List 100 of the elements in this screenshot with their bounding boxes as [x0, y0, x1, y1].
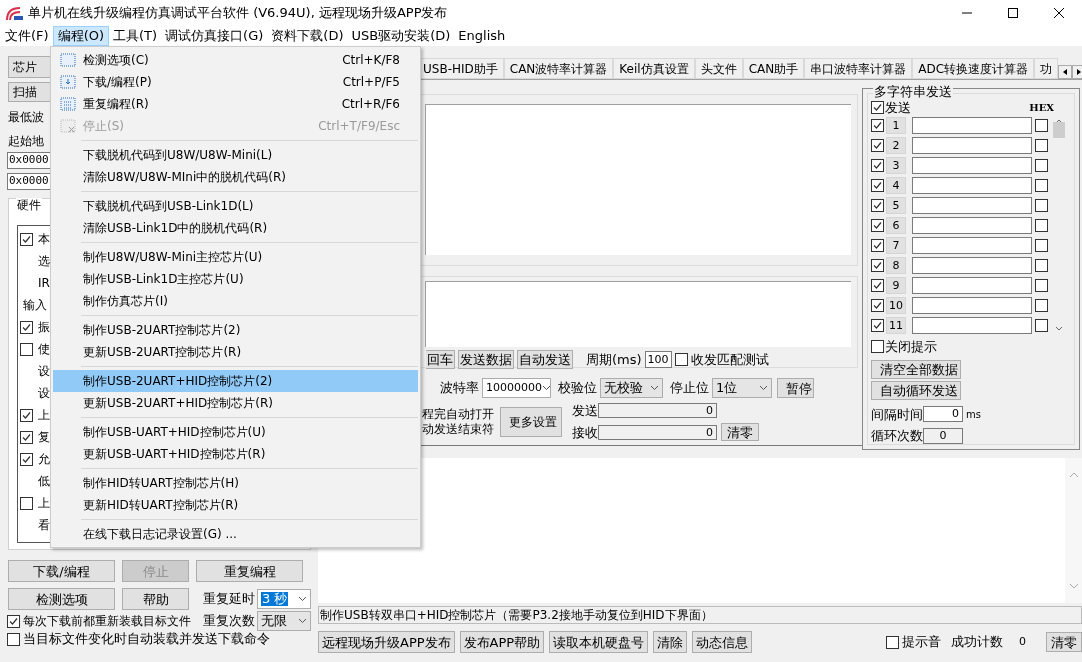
menu-item[interactable]: 制作HID转UART控制芯片(H) [53, 472, 418, 494]
bottom-button[interactable]: 读取本机硬盘号 [549, 631, 649, 653]
menu-item[interactable]: 更新HID转UART控制芯片(R) [53, 494, 418, 516]
menu-item[interactable]: 下载脱机代码到U8W/U8W-Mini(L) [53, 144, 418, 166]
checkbox[interactable] [20, 408, 33, 422]
checkbox[interactable] [7, 614, 20, 628]
tab[interactable]: CAN助手 [742, 58, 805, 79]
period-field[interactable]: 100 [644, 351, 672, 369]
checkbox[interactable] [871, 258, 885, 272]
checkbox[interactable] [1035, 298, 1049, 312]
clear-button[interactable]: 清零 [721, 423, 759, 442]
menu-item[interactable]: 制作仿真芯片(I) [53, 290, 418, 312]
dropdown-select[interactable]: 1位 [712, 378, 772, 398]
menu-item[interactable]: 更新USB-2UART控制芯片(R) [53, 341, 418, 363]
checkbox[interactable] [7, 632, 20, 646]
string-field[interactable] [912, 256, 1033, 274]
bottom-button[interactable]: 远程现场升级APP发布 [318, 631, 455, 653]
close-icon[interactable] [1054, 8, 1064, 18]
checkbox[interactable] [871, 178, 885, 192]
menu-item[interactable]: 制作USB-2UART控制芯片(2) [53, 319, 418, 341]
maximize-icon[interactable] [1008, 8, 1018, 18]
checkbox[interactable] [871, 101, 885, 114]
menu-item[interactable]: 重复编程(R) Ctrl+R/F6 [53, 93, 418, 115]
checkbox[interactable] [674, 353, 688, 367]
checkbox[interactable] [871, 138, 885, 152]
row-number-button[interactable]: 7 [886, 236, 907, 254]
checkbox[interactable] [1035, 178, 1049, 192]
action-button[interactable]: 帮助 [122, 588, 189, 610]
checkbox[interactable] [1035, 318, 1049, 332]
checkbox[interactable] [871, 198, 885, 212]
menu-item[interactable]: English [454, 26, 510, 46]
scrollbar-thumb[interactable] [1052, 122, 1065, 138]
bottom-button[interactable]: 动态信息 [692, 631, 753, 653]
row-number-button[interactable]: 9 [886, 276, 907, 294]
checkbox[interactable] [20, 342, 33, 356]
string-field[interactable] [912, 196, 1033, 214]
pause-button[interactable]: 暂停 [777, 378, 814, 398]
string-field[interactable] [912, 176, 1033, 194]
string-field[interactable] [912, 216, 1033, 234]
caret-left-icon[interactable] [1063, 69, 1068, 75]
bottom-button[interactable]: 发布APP帮助 [459, 631, 545, 653]
checkbox[interactable] [1035, 258, 1049, 272]
menu-item[interactable]: 下载/编程(P) Ctrl+P/F5 [53, 71, 418, 93]
send-button[interactable]: 回车 [426, 350, 455, 370]
string-field[interactable] [912, 296, 1033, 314]
checkbox[interactable] [871, 278, 885, 292]
row-number-button[interactable]: 1 [886, 116, 907, 134]
checkbox[interactable] [1035, 238, 1049, 252]
menu-item[interactable]: 检测选项(C) Ctrl+K/F8 [53, 49, 418, 71]
tab[interactable]: 头文件 [694, 58, 743, 79]
menu-item[interactable]: 清除U8W/U8W-MIni中的脱机代码(R) [53, 166, 418, 188]
string-field[interactable] [912, 276, 1033, 294]
checkbox[interactable] [20, 496, 33, 510]
row-number-button[interactable]: 11 [886, 316, 907, 334]
row-number-button[interactable]: 4 [886, 176, 907, 194]
menu-item[interactable]: 制作U8W/U8W-Mini主控芯片(U) [53, 246, 418, 268]
menu-item[interactable]: 工具(T) [109, 26, 162, 46]
row-number-button[interactable]: 2 [886, 136, 907, 154]
menu-item[interactable]: 文件(F) [1, 26, 53, 46]
menu-item[interactable]: 制作USB-Link1D主控芯片(U) [53, 268, 418, 290]
checkbox[interactable] [871, 298, 885, 312]
menu-item[interactable]: USB驱动安装(D) [347, 26, 455, 46]
checkbox[interactable] [1035, 138, 1049, 152]
action-button[interactable]: 检测选项 [8, 588, 115, 610]
checkbox[interactable] [871, 218, 885, 232]
dropdown-select[interactable]: 3 秒 [257, 589, 311, 609]
string-field[interactable] [912, 236, 1033, 254]
dropdown-select[interactable]: 无限 [257, 611, 311, 631]
checkbox[interactable] [1035, 218, 1049, 232]
interval-field[interactable]: 0 [923, 406, 964, 423]
dropdown-select[interactable]: 10000000 [482, 378, 551, 398]
more-settings-button[interactable]: 更多设置 [500, 406, 562, 437]
checkbox[interactable] [20, 452, 33, 466]
bottom-button[interactable]: 清除 [653, 631, 688, 653]
row-number-button[interactable]: 8 [886, 256, 907, 274]
tab[interactable]: 串口波特率计算器 [804, 58, 913, 79]
panel-button[interactable]: 自动循环发送 [871, 380, 962, 400]
dropdown-select[interactable]: 无校验 [600, 378, 663, 398]
checkbox[interactable] [871, 340, 885, 354]
menu-item[interactable]: 在线下载日志记录设置(G) ... [53, 523, 418, 545]
menu-item[interactable]: 编程(O) [52, 26, 109, 46]
menu-item[interactable]: 更新USB-2UART+HID控制芯片(R) [53, 392, 418, 414]
checkbox[interactable] [886, 635, 900, 649]
menu-item[interactable]: 清除USB-Link1D中的脱机代码(R) [53, 217, 418, 239]
menu-item[interactable]: 调试仿真接口(G) [161, 26, 268, 46]
checkbox[interactable] [871, 158, 885, 172]
checkbox[interactable] [871, 118, 885, 132]
string-field[interactable] [912, 156, 1033, 174]
menu-item[interactable]: 制作USB-UART+HID控制芯片(U) [53, 421, 418, 443]
checkbox[interactable] [20, 232, 33, 246]
menu-item[interactable]: 资料下载(D) [267, 26, 348, 46]
checkbox[interactable] [1035, 278, 1049, 292]
action-button[interactable]: 下载/编程 [8, 560, 115, 582]
checkbox[interactable] [1035, 118, 1049, 132]
chevron-up-icon[interactable] [1054, 119, 1063, 124]
menu-item[interactable]: 制作USB-2UART+HID控制芯片(2) [53, 370, 418, 392]
panel-button[interactable]: 清空全部数据 [871, 359, 962, 379]
menu-item[interactable]: 更新USB-UART+HID控制芯片(R) [53, 443, 418, 465]
checkbox[interactable] [871, 238, 885, 252]
tab[interactable]: 功 [1034, 58, 1059, 79]
